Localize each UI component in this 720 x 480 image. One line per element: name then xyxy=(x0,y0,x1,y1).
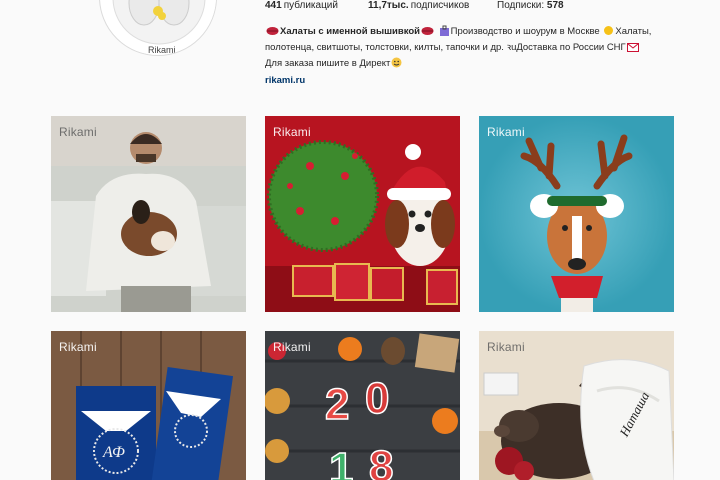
following-label: Подписки: xyxy=(497,0,545,11)
profile-avatar[interactable]: ХАЛА ЮЙ Rikami xyxy=(99,0,217,56)
cookie-digit: 0 xyxy=(365,374,389,423)
post-tile[interactable]: АФ Rikami xyxy=(51,331,246,480)
post-tile[interactable]: Rikami xyxy=(51,116,246,312)
followers-count: 11,7тыс. xyxy=(368,0,409,11)
post-watermark: Rikami xyxy=(487,125,525,139)
post-watermark: Rikami xyxy=(273,125,311,139)
cookie-digit: 8 xyxy=(369,442,393,480)
bio-line-2: полотенца, свитшоты, толстовки, килты, т… xyxy=(265,41,705,57)
post-image xyxy=(51,116,246,312)
sparkle-icon xyxy=(603,25,614,41)
post-tile[interactable]: 2 0 1 8 Rikami xyxy=(265,331,460,480)
post-watermark: Rikami xyxy=(487,340,525,354)
post-watermark: Rikami xyxy=(59,340,97,354)
post-watermark: Rikami xyxy=(59,125,97,139)
post-tile[interactable]: Наташа Rikami xyxy=(479,331,674,480)
website-link[interactable]: rikami.ru xyxy=(265,75,305,86)
bio-line-1: Халаты с именной вышивкой Производство и… xyxy=(265,25,705,41)
bio-title: Халаты с именной вышивкой xyxy=(280,26,420,37)
avatar-logo: Rikami xyxy=(148,45,176,55)
post-image xyxy=(265,116,460,312)
post-tile[interactable]: Rikami xyxy=(265,116,460,312)
spool-icon xyxy=(421,26,434,41)
stat-followers[interactable]: 11,7тыс. подписчиков xyxy=(368,0,469,11)
smile-icon xyxy=(391,57,402,73)
spool-icon xyxy=(266,26,279,41)
envelope-icon xyxy=(626,42,639,57)
post-image xyxy=(479,116,674,312)
post-watermark: Rikami xyxy=(273,340,311,354)
bio-line-3: Для заказа пишите в Директ xyxy=(265,57,705,73)
posts-count: 441 xyxy=(265,0,282,11)
cookie-digit: 2 xyxy=(325,380,349,429)
following-count: 578 xyxy=(546,0,564,11)
cookie-digit: 1 xyxy=(329,444,353,480)
stat-following[interactable]: Подписки: 578 xyxy=(497,0,566,11)
profile-bio: Халаты с именной вышивкой Производство и… xyxy=(265,25,705,73)
towel-monogram: АФ xyxy=(102,444,125,461)
post-tile[interactable]: Rikami xyxy=(479,116,674,312)
bio-production: Производство и шоурум в Москве xyxy=(450,26,600,37)
shopping-bags-icon xyxy=(439,25,450,41)
posts-label: публикаций xyxy=(283,0,338,11)
bio-order: Для заказа пишите в Директ xyxy=(265,58,391,69)
followers-label: подписчиков xyxy=(410,0,470,11)
stat-posts: 441 публикаций xyxy=(265,0,338,11)
bio-products: полотенца, свитшоты, толстовки, килты, т… xyxy=(265,42,626,53)
bio-robes: Халаты, xyxy=(615,26,652,37)
